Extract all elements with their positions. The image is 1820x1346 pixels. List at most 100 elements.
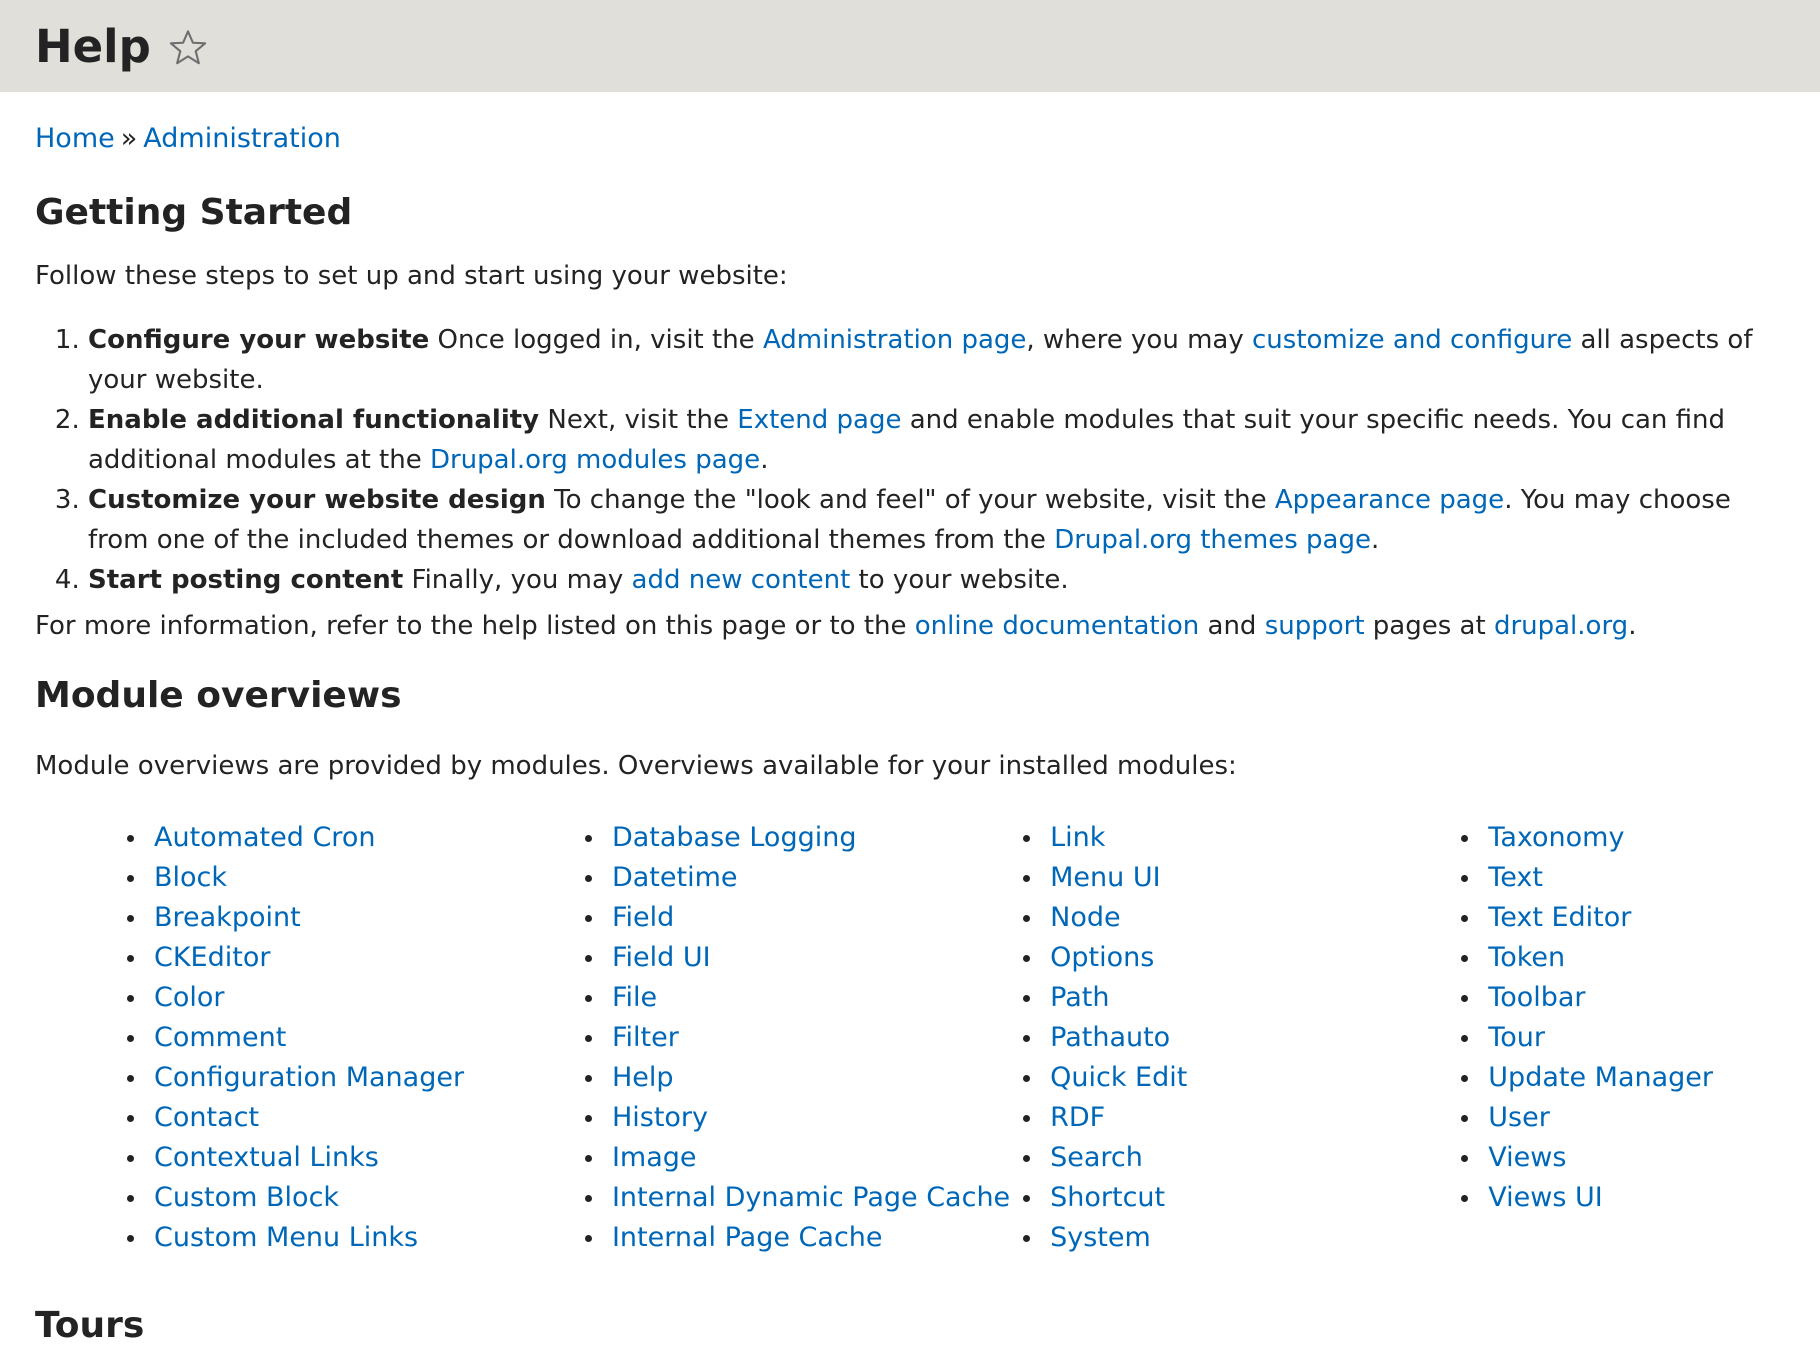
module-link[interactable]: Datetime bbox=[612, 862, 738, 893]
module-list-item: Toolbar bbox=[1461, 978, 1785, 1018]
customize-configure-link[interactable]: customize and configure bbox=[1252, 325, 1572, 355]
module-list-item: Quick Edit bbox=[1023, 1058, 1488, 1098]
drupal-modules-page-link[interactable]: Drupal.org modules page bbox=[430, 445, 760, 475]
module-link[interactable]: Toolbar bbox=[1488, 982, 1585, 1013]
module-link[interactable]: History bbox=[612, 1102, 708, 1133]
module-link[interactable]: File bbox=[612, 982, 657, 1013]
more-text: and bbox=[1199, 611, 1265, 642]
module-list-item: Block bbox=[127, 858, 612, 898]
module-link[interactable]: Path bbox=[1050, 982, 1109, 1013]
module-link[interactable]: Token bbox=[1488, 942, 1565, 973]
appearance-page-link[interactable]: Appearance page bbox=[1275, 485, 1504, 515]
module-list-item: User bbox=[1461, 1098, 1785, 1138]
more-info-text: For more information, refer to the help … bbox=[35, 606, 1785, 646]
module-link[interactable]: Internal Dynamic Page Cache bbox=[612, 1182, 1010, 1213]
module-link[interactable]: Quick Edit bbox=[1050, 1062, 1187, 1093]
module-list-item: Automated Cron bbox=[127, 818, 612, 858]
module-list-item: RDF bbox=[1023, 1098, 1488, 1138]
step-title: Enable additional functionality bbox=[88, 405, 540, 436]
module-list-item: Search bbox=[1023, 1138, 1488, 1178]
module-list-item: Image bbox=[584, 1138, 1050, 1178]
module-link[interactable]: Text bbox=[1488, 862, 1543, 893]
add-new-content-link[interactable]: add new content bbox=[632, 565, 851, 595]
module-link[interactable]: Shortcut bbox=[1050, 1182, 1165, 1213]
step-text: Next, visit the bbox=[539, 405, 738, 436]
module-link[interactable]: User bbox=[1488, 1102, 1550, 1133]
module-list: Automated Cron Block Breakpoint CKEditor Col… bbox=[35, 818, 1785, 1258]
module-link[interactable]: Text Editor bbox=[1488, 902, 1631, 933]
module-list-item: Color bbox=[127, 978, 612, 1018]
module-list-item: Menu UI bbox=[1023, 858, 1488, 898]
module-link[interactable]: Views UI bbox=[1488, 1182, 1602, 1213]
module-link[interactable]: Color bbox=[154, 982, 225, 1013]
more-text: For more information, refer to the help … bbox=[35, 611, 915, 642]
module-link[interactable]: Field UI bbox=[612, 942, 711, 973]
module-link[interactable]: Contextual Links bbox=[154, 1142, 379, 1173]
module-link[interactable]: Help bbox=[612, 1062, 674, 1093]
module-link[interactable]: Menu UI bbox=[1050, 862, 1160, 893]
online-documentation-link[interactable]: online documentation bbox=[915, 611, 1200, 641]
page-header: Help bbox=[0, 0, 1820, 92]
module-link[interactable]: Custom Block bbox=[154, 1182, 339, 1213]
module-list-item: Contextual Links bbox=[127, 1138, 612, 1178]
module-list-item: Internal Page Cache bbox=[584, 1218, 1050, 1258]
module-link[interactable]: Breakpoint bbox=[154, 902, 301, 933]
module-link[interactable]: Link bbox=[1050, 822, 1105, 853]
module-overviews-heading: Module overviews bbox=[35, 675, 402, 717]
star-outline-icon[interactable] bbox=[167, 27, 209, 69]
step-text: . bbox=[760, 445, 769, 476]
step-title: Start posting content bbox=[88, 565, 404, 596]
module-list-item: Comment bbox=[127, 1018, 612, 1058]
module-list-item: History bbox=[584, 1098, 1050, 1138]
drupal-themes-page-link[interactable]: Drupal.org themes page bbox=[1054, 525, 1371, 555]
module-link[interactable]: Node bbox=[1050, 902, 1120, 933]
module-link[interactable]: Update Manager bbox=[1488, 1062, 1713, 1093]
module-link[interactable]: Field bbox=[612, 902, 674, 933]
module-list-item: Breakpoint bbox=[127, 898, 612, 938]
extend-page-link[interactable]: Extend page bbox=[737, 405, 901, 435]
module-list-item: Text Editor bbox=[1461, 898, 1785, 938]
step-text: Once logged in, visit the bbox=[429, 325, 763, 356]
module-link[interactable]: Options bbox=[1050, 942, 1154, 973]
module-link[interactable]: CKEditor bbox=[154, 942, 270, 973]
module-link[interactable]: Views bbox=[1488, 1142, 1566, 1173]
module-column: Automated Cron Block Breakpoint CKEditor Col… bbox=[127, 818, 612, 1258]
step-title: Configure your website bbox=[88, 325, 430, 356]
drupal-org-link[interactable]: drupal.org bbox=[1494, 611, 1628, 641]
module-list-item: Internal Dynamic Page Cache bbox=[584, 1178, 1050, 1218]
module-link[interactable]: Comment bbox=[154, 1022, 286, 1053]
module-list-item: Field UI bbox=[584, 938, 1050, 978]
module-link[interactable]: Image bbox=[612, 1142, 697, 1173]
support-link[interactable]: support bbox=[1265, 611, 1365, 641]
tours-heading: Tours bbox=[35, 1305, 145, 1346]
breadcrumb-home-link[interactable]: Home bbox=[35, 123, 115, 154]
module-list-item: Custom Menu Links bbox=[127, 1218, 612, 1258]
module-link[interactable]: Contact bbox=[154, 1102, 259, 1133]
module-list-item: Token bbox=[1461, 938, 1785, 978]
module-link[interactable]: Taxonomy bbox=[1488, 822, 1624, 853]
breadcrumb-administration-link[interactable]: Administration bbox=[143, 123, 341, 154]
module-list-item: Taxonomy bbox=[1461, 818, 1785, 858]
module-list-item: Path bbox=[1023, 978, 1488, 1018]
module-link[interactable]: Pathauto bbox=[1050, 1022, 1170, 1053]
module-list-item: Field bbox=[584, 898, 1050, 938]
getting-started-heading: Getting Started bbox=[35, 192, 353, 233]
getting-started-steps: Configure your website Once logged in, v… bbox=[35, 320, 1785, 600]
module-link[interactable]: Automated Cron bbox=[154, 822, 375, 853]
module-link[interactable]: Search bbox=[1050, 1142, 1143, 1173]
module-link[interactable]: Custom Menu Links bbox=[154, 1222, 418, 1253]
module-list-item: File bbox=[584, 978, 1050, 1018]
module-link[interactable]: Configuration Manager bbox=[154, 1062, 464, 1093]
module-link[interactable]: Filter bbox=[612, 1022, 679, 1053]
step-text: . bbox=[1370, 525, 1380, 556]
step-title: Customize your website design bbox=[88, 485, 546, 516]
module-link[interactable]: Internal Page Cache bbox=[612, 1222, 883, 1253]
module-link[interactable]: RDF bbox=[1050, 1102, 1105, 1133]
administration-page-link[interactable]: Administration page bbox=[763, 325, 1026, 355]
module-link[interactable]: Database Logging bbox=[612, 822, 857, 853]
module-link[interactable]: Block bbox=[154, 862, 227, 893]
module-link[interactable]: Tour bbox=[1488, 1022, 1545, 1053]
step-text: , where you may bbox=[1026, 325, 1252, 356]
module-list-item: Node bbox=[1023, 898, 1488, 938]
module-link[interactable]: System bbox=[1050, 1222, 1151, 1253]
